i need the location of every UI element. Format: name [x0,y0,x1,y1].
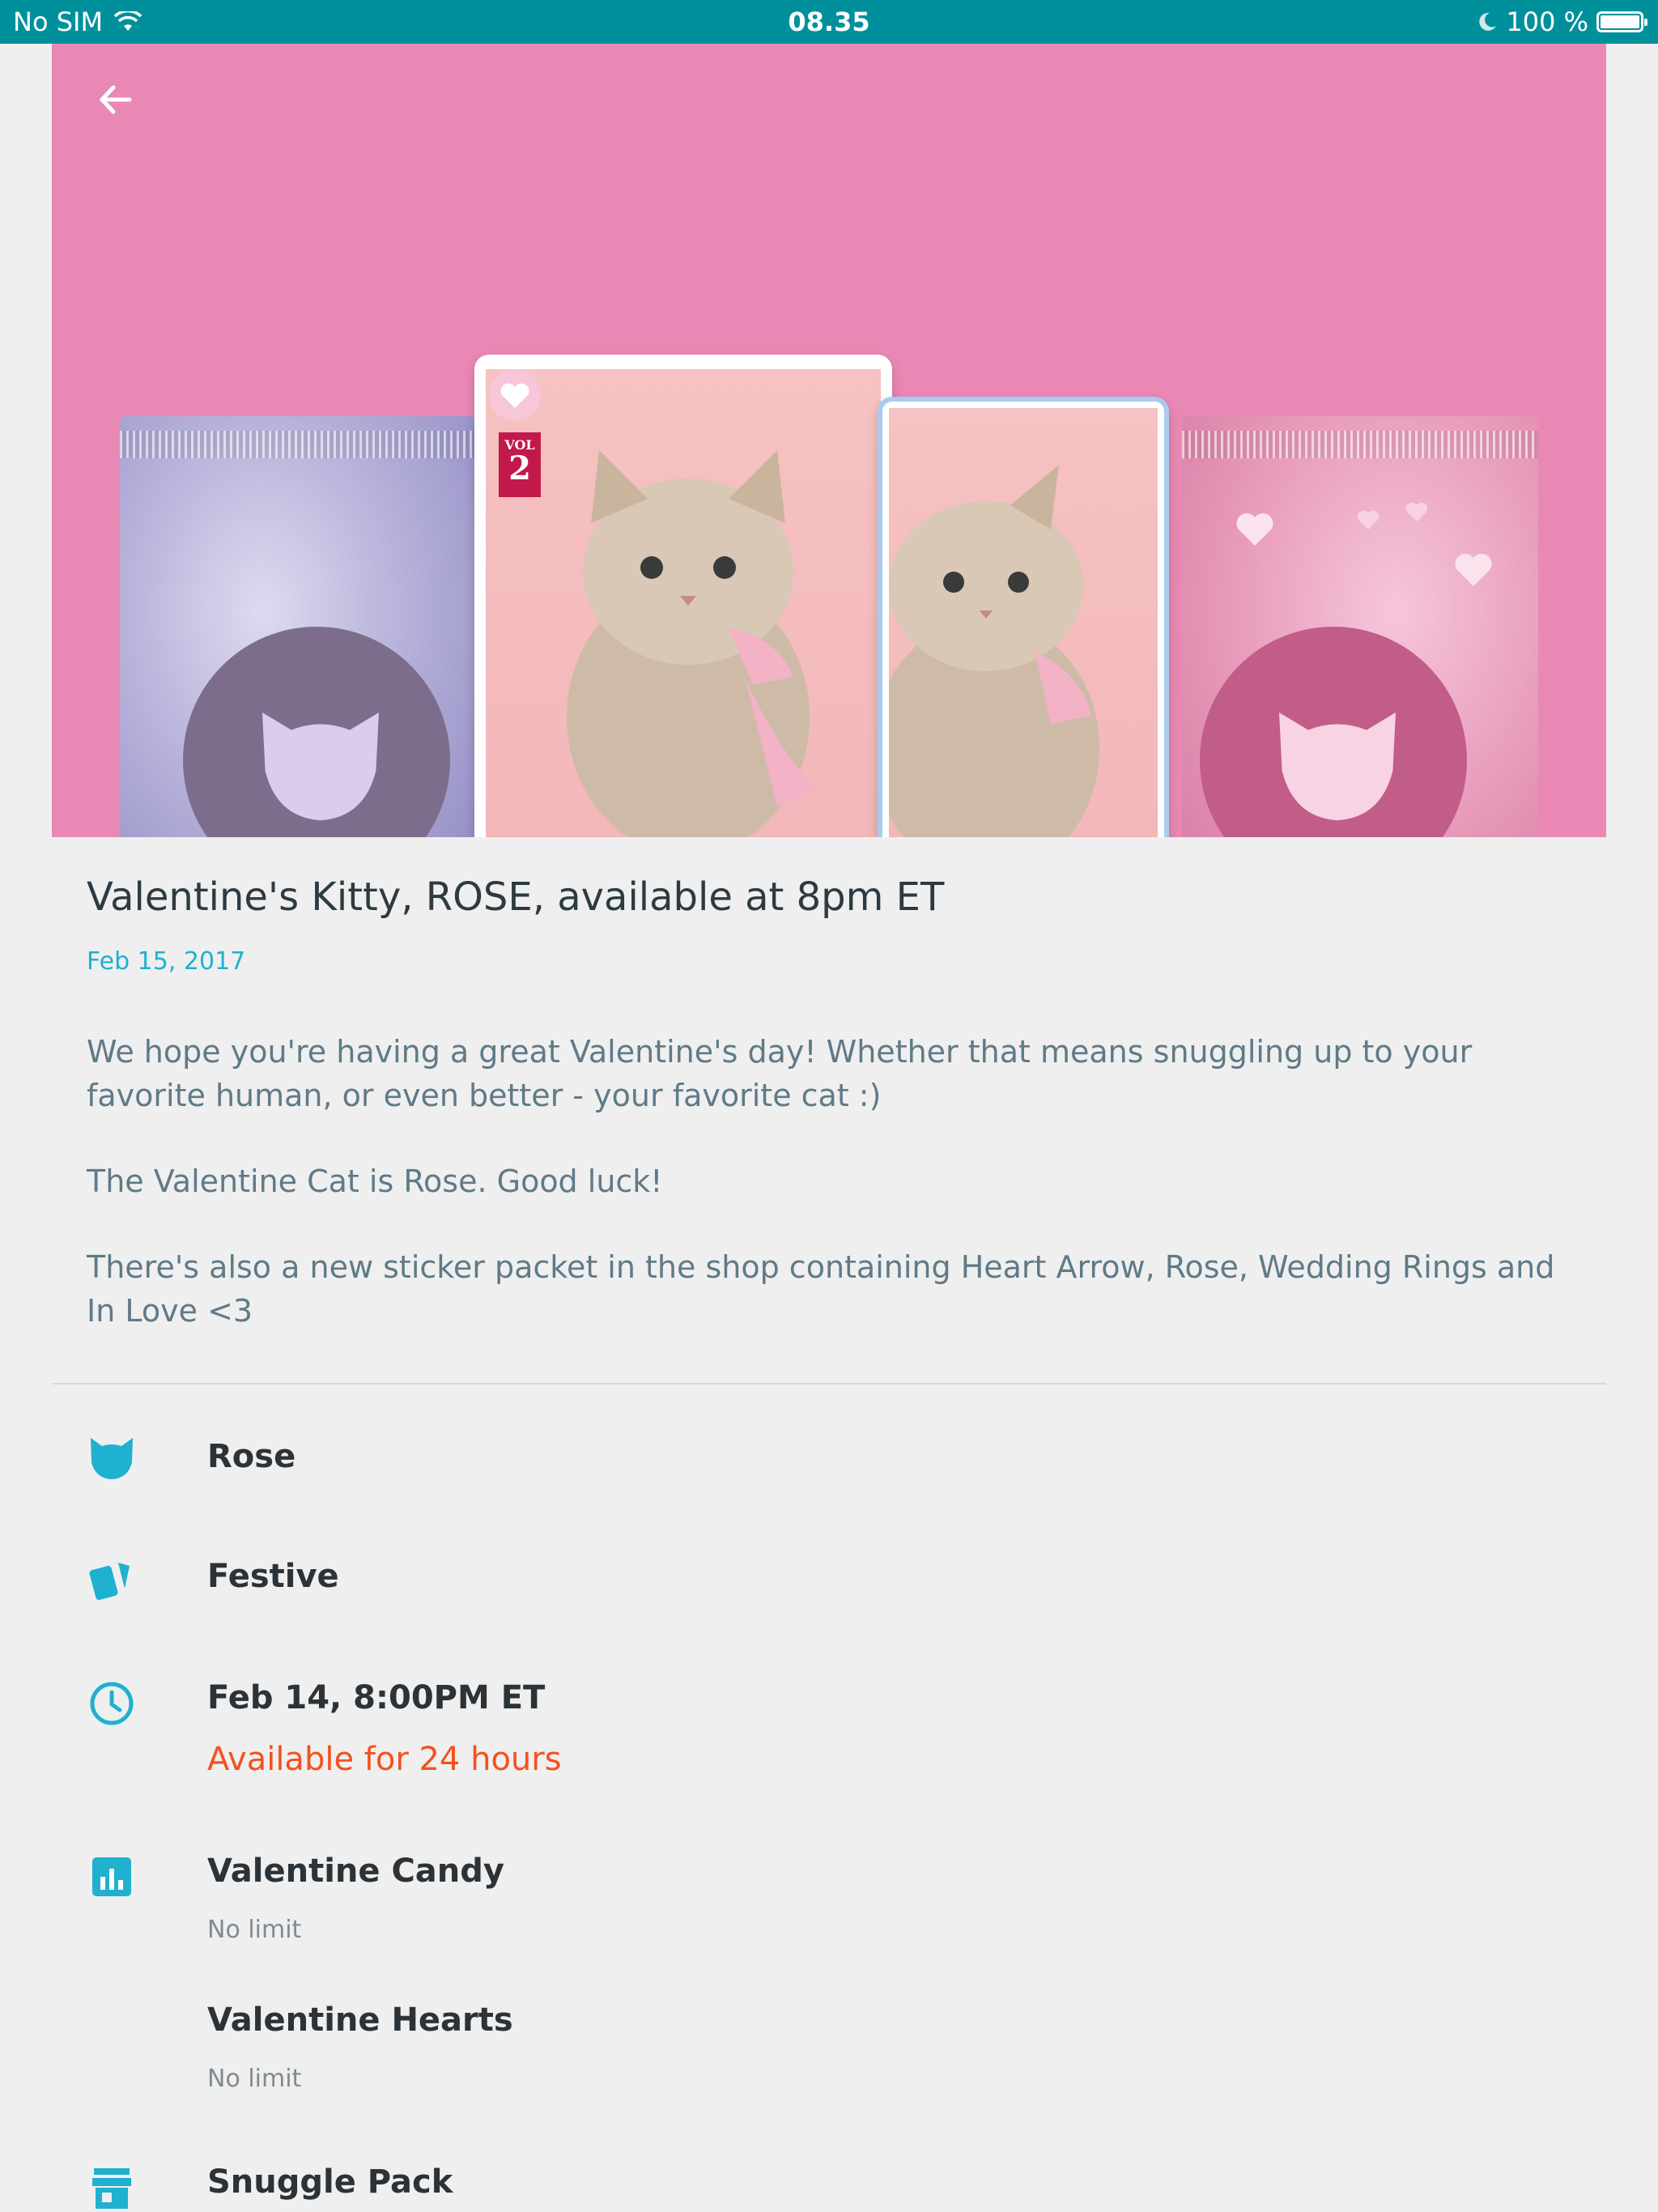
back-arrow-icon[interactable] [87,71,144,128]
battery-percentage: 100 % [1506,6,1588,37]
moon-icon [1479,12,1497,31]
post-paragraph: There's also a new sticker packet in the… [87,1249,1555,1329]
bar-chart-icon [92,1857,131,1896]
cat-icon [91,1438,133,1479]
reward-limit: No limit [207,2065,302,2093]
post-paragraph: The Valentine Cat is Rose. Good luck! [87,1163,663,1199]
cat-name: Rose [207,1438,296,1475]
kitten-photo [486,369,881,837]
shop-icon [92,2168,131,2209]
shop-item: Snuggle Pack [207,2163,453,2201]
reward-limit: No limit [207,1916,302,1944]
kitty-card-back [878,397,1169,837]
card-set: Festive [207,1558,339,1595]
status-bar: No SIM 08.35 100 % [0,0,1658,44]
kitty-card-front: VOL 2 [474,355,892,837]
battery-icon [1596,11,1647,32]
cards-icon [89,1563,130,1601]
sticker-pack-right [1182,416,1538,837]
kitten-photo-secondary [889,408,1158,837]
post-title: Valentine's Kitty, ROSE, available at 8p… [87,874,945,920]
clock: 08.35 [788,6,870,37]
section-divider [52,1383,1606,1385]
volume-ribbon: VOL 2 [499,432,541,497]
hearts-pattern [1236,502,1492,586]
clock-icon [90,1682,134,1725]
cat-face-icon [262,713,379,821]
hero-banner: VOL 2 [52,44,1606,837]
reward-name: Valentine Hearts [207,2001,513,2039]
post-date: Feb 15, 2017 [87,947,246,976]
reward-name: Valentine Candy [207,1853,504,1890]
favorite-badge [489,369,541,421]
cat-face-icon [1279,713,1396,821]
start-time: Feb 14, 8:00PM ET [207,1679,546,1716]
post-paragraph: We hope you're having a great Valentine'… [87,1034,1473,1113]
sticker-pack-left [120,416,476,837]
availability-duration: Available for 24 hours [207,1741,562,1778]
